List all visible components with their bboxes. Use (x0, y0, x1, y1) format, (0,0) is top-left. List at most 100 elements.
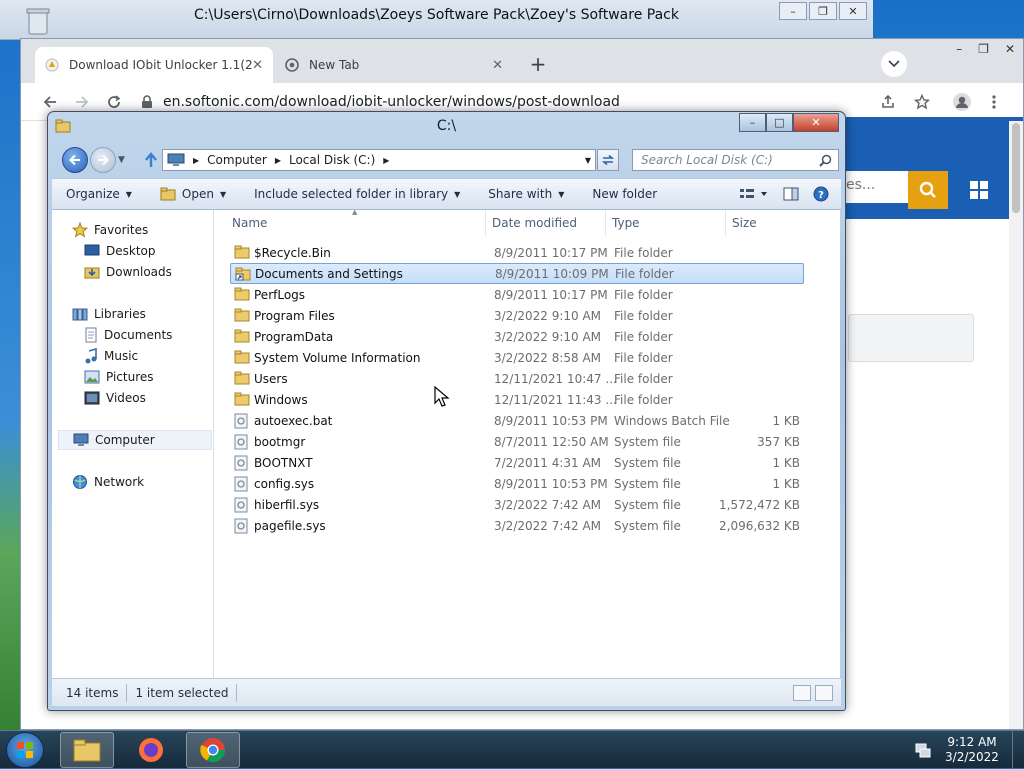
restore-icon[interactable]: ❐ (809, 2, 837, 20)
explorer-title: C:\ (436, 118, 457, 134)
file-row[interactable]: System Volume Information 3/2/2022 8:58 A… (230, 347, 804, 368)
close-icon[interactable]: ✕ (1005, 42, 1015, 56)
file-row[interactable]: Windows 12/11/2021 11:43 ... File folder (230, 389, 804, 410)
back-button[interactable] (62, 147, 88, 173)
file-row[interactable]: Program Files 3/2/2022 9:10 AM File folder (230, 305, 804, 326)
new-tab-button[interactable]: + (525, 51, 551, 77)
file-row[interactable]: ProgramData 3/2/2022 9:10 AM File folder (230, 326, 804, 347)
breadcrumb-separator-icon[interactable]: ▶ (193, 156, 199, 165)
search-icon[interactable] (819, 154, 832, 167)
tab-new-tab[interactable]: New Tab ✕ (275, 47, 513, 83)
file-row[interactable]: PerfLogs 8/9/2011 10:17 PM File folder (230, 284, 804, 305)
nav-pictures[interactable]: Pictures (84, 367, 154, 387)
libraries-icon (72, 307, 88, 321)
file-row[interactable]: $Recycle.Bin 8/9/2011 10:17 PM File folder (230, 242, 804, 263)
file-row[interactable]: BOOTNXT 7/2/2011 4:31 AM System file 1 KB (230, 452, 804, 473)
tab-close-icon[interactable]: ✕ (492, 58, 503, 73)
firefox-icon (137, 736, 165, 764)
chrome-favicon-icon (285, 58, 299, 72)
nav-libraries[interactable]: Libraries (72, 304, 146, 324)
forward-arrow-icon[interactable] (71, 91, 93, 113)
nav-downloads[interactable]: Downloads (84, 262, 172, 282)
system-clock[interactable]: 9:12 AM 3/2/2022 (940, 735, 1004, 765)
column-header-name[interactable]: ▲ Name (214, 208, 486, 236)
nav-documents[interactable]: Documents (84, 325, 172, 345)
system-file-icon (234, 497, 250, 513)
network-tray-icon[interactable] (914, 741, 932, 759)
share-with-button[interactable]: Share with ▼ (474, 179, 578, 209)
breadcrumb-separator-icon[interactable]: ▶ (275, 156, 281, 165)
large-icons-view-icon[interactable] (815, 685, 833, 701)
breadcrumb[interactable]: ▶ Computer ▶ Local Disk (C:) ▶ ▼ (162, 149, 596, 171)
include-in-library-button[interactable]: Include selected folder in library ▼ (240, 179, 474, 209)
refresh-button[interactable] (597, 149, 619, 171)
nav-desktop[interactable]: Desktop (84, 241, 156, 261)
restore-icon[interactable]: ❐ (978, 42, 989, 56)
help-icon[interactable]: ? (813, 186, 829, 202)
nav-favorites[interactable]: Favorites (72, 220, 148, 240)
background-explorer-window[interactable]: C:\Users\Cirno\Downloads\Zoeys Software … (0, 0, 873, 40)
file-row[interactable]: bootmgr 8/7/2011 12:50 AM System file 357 K… (230, 431, 804, 452)
show-desktop-button[interactable] (1012, 731, 1024, 769)
file-type: File folder (614, 329, 673, 344)
profile-avatar-icon[interactable] (951, 91, 973, 113)
up-arrow-icon[interactable] (142, 151, 160, 169)
minimize-icon[interactable]: – (779, 2, 807, 20)
share-icon[interactable] (877, 91, 899, 113)
breadcrumb-local-disk[interactable]: Local Disk (C:) (289, 153, 375, 167)
details-view-icon[interactable] (793, 685, 811, 701)
file-row[interactable]: hiberfil.sys 3/2/2022 7:42 AM System file 1… (230, 494, 804, 515)
preview-pane-icon[interactable] (783, 187, 799, 201)
address-dropdown-icon[interactable]: ▼ (585, 156, 591, 165)
organize-button[interactable]: Organize ▼ (52, 179, 146, 209)
back-arrow-icon[interactable] (39, 91, 61, 113)
minimize-icon[interactable]: – (956, 42, 962, 56)
organize-label: Organize (66, 187, 120, 201)
breadcrumb-computer[interactable]: Computer (207, 153, 267, 167)
page-search-button[interactable] (908, 171, 948, 209)
file-row[interactable]: Documents and Settings 8/9/2011 10:09 PM F… (230, 263, 804, 284)
minimize-button[interactable]: – (739, 113, 766, 132)
bookmark-star-icon[interactable] (911, 91, 933, 113)
reload-icon[interactable] (103, 91, 125, 113)
explorer-window[interactable]: C:\ – □ ✕ ▼ ▶ Computer ▶ Local Disk (C:)… (47, 111, 846, 711)
column-header-size[interactable]: Size (726, 210, 806, 236)
nav-videos[interactable]: Videos (84, 388, 146, 408)
nav-label: Documents (104, 328, 173, 342)
folder-icon (234, 308, 250, 322)
dropdown-arrow-icon: ▼ (558, 189, 565, 199)
search-placeholder: Search Local Disk (C:) (641, 153, 773, 167)
menu-kebab-icon[interactable] (983, 91, 1005, 113)
file-row[interactable]: config.sys 8/9/2011 10:53 PM System file 1 … (230, 473, 804, 494)
windows-logo-icon[interactable] (954, 171, 1004, 209)
open-button[interactable]: Open ▼ (146, 179, 240, 209)
page-scrollbar[interactable] (1009, 121, 1023, 729)
file-row[interactable]: pagefile.sys 3/2/2022 7:42 AM System file 2… (230, 515, 804, 536)
column-header-date[interactable]: Date modified (486, 210, 606, 236)
taskbar-firefox[interactable] (124, 732, 178, 768)
nav-network[interactable]: Network (72, 472, 144, 492)
recent-pages-chevron-icon[interactable]: ▼ (118, 155, 125, 165)
new-folder-button[interactable]: New folder (578, 179, 671, 209)
breadcrumb-separator-icon[interactable]: ▶ (383, 156, 389, 165)
forward-button[interactable] (90, 147, 116, 173)
tab-search-icon[interactable] (881, 51, 907, 77)
folder-icon (234, 350, 250, 364)
taskbar-chrome[interactable] (186, 732, 240, 768)
file-type: Windows Batch File (614, 413, 730, 428)
search-input[interactable]: Search Local Disk (C:) (632, 149, 839, 171)
page-search-input[interactable]: es... (846, 171, 908, 203)
nav-music[interactable]: Music (84, 346, 138, 366)
file-row[interactable]: autoexec.bat 8/9/2011 10:53 PM Windows Bat… (230, 410, 804, 431)
taskbar-explorer[interactable] (60, 732, 114, 768)
file-row[interactable]: Users 12/11/2021 10:47 ... File folder (230, 368, 804, 389)
start-button[interactable] (6, 732, 44, 768)
change-view-icon[interactable] (739, 187, 769, 201)
maximize-button[interactable]: □ (766, 113, 793, 132)
tab-softonic[interactable]: Download IObit Unlocker 1.1(20 ✕ (35, 47, 273, 83)
column-header-type[interactable]: Type (606, 210, 726, 236)
nav-computer[interactable]: Computer (58, 430, 212, 450)
tab-close-icon[interactable]: ✕ (252, 58, 263, 73)
close-button[interactable]: ✕ (793, 113, 839, 132)
close-icon[interactable]: ✕ (839, 2, 867, 20)
